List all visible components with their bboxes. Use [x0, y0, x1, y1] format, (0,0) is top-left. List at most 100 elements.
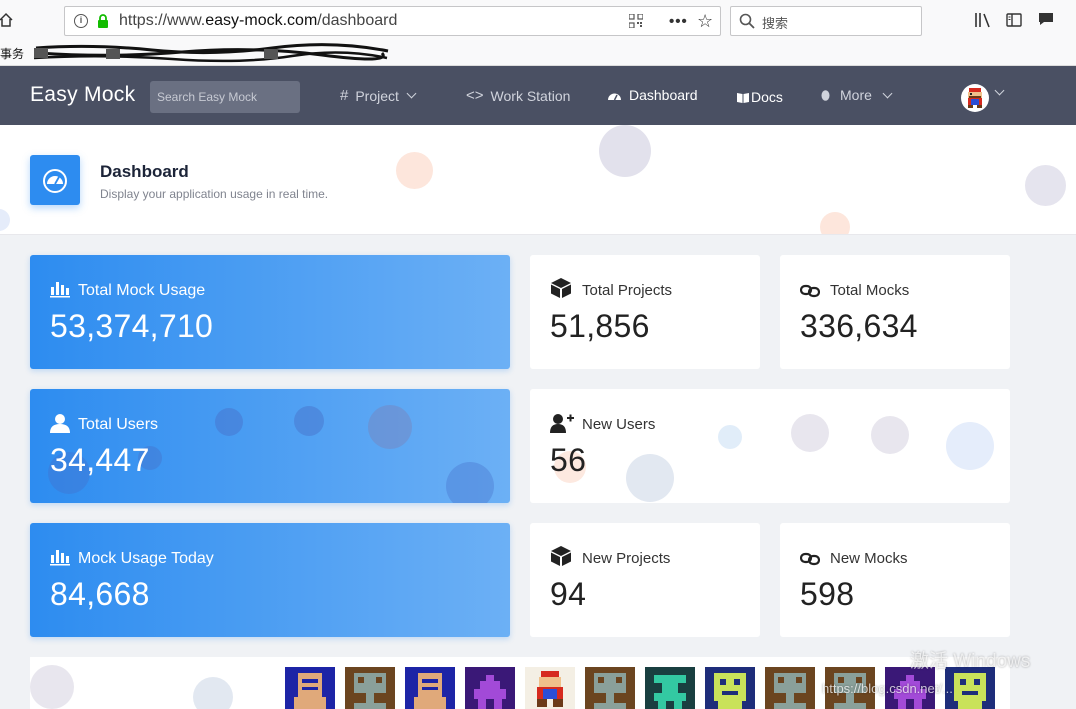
info-icon[interactable]: i	[74, 14, 88, 28]
search-input[interactable]	[150, 81, 300, 113]
cube-icon	[551, 546, 571, 566]
pixel-avatar[interactable]	[465, 667, 515, 709]
stat-value: 51,856	[550, 308, 650, 344]
nav-project[interactable]: # Project	[340, 87, 417, 104]
egg-icon	[821, 90, 830, 101]
user-icon	[50, 414, 70, 433]
chevron-down-icon	[882, 88, 893, 98]
page-header: Dashboard Display your application usage…	[0, 125, 1076, 235]
chevron-down-icon	[406, 88, 417, 99]
browser-search-placeholder: 搜索	[762, 16, 789, 31]
nav-dashboard[interactable]: Dashboard	[607, 87, 698, 103]
nav-label: Work Station	[490, 87, 571, 104]
decorative-bubble	[1025, 165, 1066, 206]
pixel-avatar[interactable]	[285, 667, 335, 709]
cube-icon	[551, 278, 571, 298]
url-text[interactable]: https://www.easy-mock.com/dashboard	[119, 12, 397, 30]
total-users-card: Total Users 34,447	[30, 389, 510, 503]
nav-label: Dashboard	[629, 87, 698, 103]
blog-watermark: https://blog.csdn.net/...	[822, 681, 953, 696]
browser-search-box[interactable]: 搜索	[730, 6, 922, 36]
pixel-avatar[interactable]	[585, 667, 635, 709]
bar-chart-icon	[50, 550, 70, 566]
stat-label: Total Mock Usage	[78, 282, 206, 299]
decorative-bubble	[215, 408, 243, 436]
link-icon	[800, 552, 820, 566]
nav-label: Project	[355, 87, 399, 104]
nav-label: Docs	[751, 89, 783, 105]
stat-label: Mock Usage Today	[78, 550, 214, 567]
decorative-bubble	[30, 665, 74, 709]
pixel-avatar[interactable]	[705, 667, 755, 709]
stat-value: 53,374,710	[50, 308, 214, 344]
library-icon[interactable]	[974, 11, 992, 29]
nav-label: More	[840, 87, 872, 103]
stat-value: 34,447	[50, 442, 150, 478]
stat-label: New Users	[582, 416, 656, 433]
book-icon	[737, 92, 749, 103]
page-actions-icon[interactable]: •••	[669, 13, 688, 30]
lock-icon[interactable]	[97, 14, 109, 28]
avatar[interactable]	[961, 84, 989, 112]
pixel-avatar[interactable]	[345, 667, 395, 709]
hash-icon: #	[340, 87, 349, 104]
bookmarks-bar: 事务	[0, 42, 1076, 66]
decorative-bubble	[599, 125, 651, 177]
pixel-avatar[interactable]	[645, 667, 695, 709]
decorative-bubble	[946, 422, 994, 470]
link-icon	[800, 284, 820, 298]
total-projects-card: Total Projects 51,856	[530, 255, 760, 369]
stat-label: Total Projects	[582, 282, 673, 299]
activate-windows-watermark: 激活 Windows	[910, 651, 1031, 672]
page-title: Dashboard	[100, 162, 189, 181]
nav-docs[interactable]: Docs	[737, 89, 783, 105]
bookmark-item[interactable]: 事务	[0, 45, 24, 62]
chevron-down-icon[interactable]	[994, 85, 1005, 96]
mario-avatar-icon	[968, 88, 982, 108]
pixel-avatar[interactable]	[525, 667, 575, 709]
pixel-avatar[interactable]	[405, 667, 455, 709]
search-icon	[739, 13, 755, 29]
dashboard-icon	[608, 93, 621, 100]
dashboard-header-icon	[30, 155, 80, 205]
address-bar[interactable]: i https://www.easy-mock.com/dashboard ••…	[64, 6, 721, 36]
total-mocks-card: Total Mocks 336,634	[780, 255, 1010, 369]
decorative-bubble	[193, 677, 233, 709]
bar-chart-icon	[50, 282, 70, 298]
home-icon[interactable]	[0, 12, 14, 28]
decorative-bubble	[368, 405, 412, 449]
decorative-bubble	[294, 406, 324, 436]
stat-value: 56	[550, 442, 587, 478]
decorative-bubble	[820, 212, 850, 234]
app-navbar: Easy Mock # Project <> Work Station Dash…	[0, 66, 1076, 125]
mock-usage-today-card: Mock Usage Today 84,668	[30, 523, 510, 637]
new-users-card: New Users 56	[530, 389, 1010, 503]
stat-value: 598	[800, 576, 855, 612]
redacted-scribble	[33, 43, 389, 63]
chat-icon[interactable]	[1037, 11, 1055, 27]
stat-label: New Mocks	[830, 550, 908, 567]
stat-value: 94	[550, 576, 587, 612]
stat-label: New Projects	[582, 550, 671, 567]
decorative-bubble	[718, 425, 742, 449]
pixel-avatar[interactable]	[765, 667, 815, 709]
bookmark-star-icon[interactable]: ☆	[697, 11, 713, 32]
stat-value: 84,668	[50, 576, 150, 612]
decorative-bubble	[0, 209, 10, 231]
add-user-icon	[550, 414, 574, 433]
decorative-bubble	[396, 152, 433, 189]
new-projects-card: New Projects 94	[530, 523, 760, 637]
brand-logo[interactable]: Easy Mock	[30, 83, 135, 107]
browser-toolbar: i https://www.easy-mock.com/dashboard ••…	[0, 0, 1076, 42]
stat-value: 336,634	[800, 308, 918, 344]
qr-code-icon[interactable]	[629, 14, 643, 28]
code-icon: <>	[466, 87, 484, 104]
nav-work-station[interactable]: <> Work Station	[466, 87, 570, 104]
sidebar-icon[interactable]	[1006, 12, 1022, 28]
decorative-bubble	[871, 416, 909, 454]
decorative-bubble	[626, 454, 674, 502]
page-subtitle: Display your application usage in real t…	[100, 187, 329, 201]
nav-more[interactable]: More	[821, 87, 893, 103]
decorative-bubble	[791, 414, 829, 452]
new-mocks-card: New Mocks 598	[780, 523, 1010, 637]
